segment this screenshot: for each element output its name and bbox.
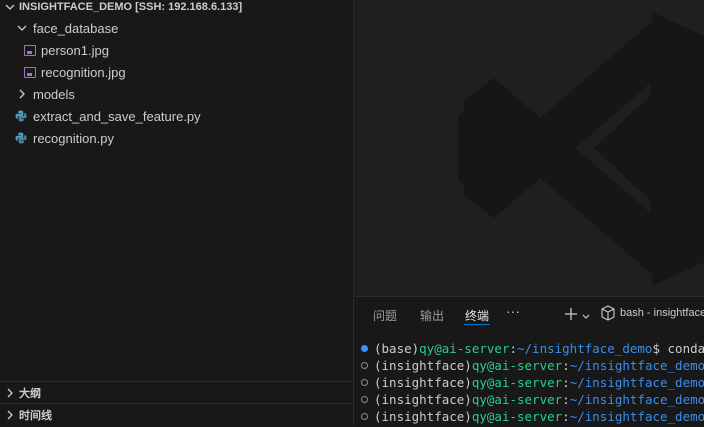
bottom-panel: 问题 输出 终端 ··· bash - insightface (base) q… [354,296,704,427]
image-file-icon [24,66,36,78]
terminal-line: (insightface) qy@ai-server: ~/insightface… [354,357,704,374]
terminal-instance[interactable]: bash - insightface [601,305,704,321]
command-success-icon [361,345,368,352]
tree-item-label: extract_and_save_feature.py [33,108,201,124]
explorer-sidebar: INSIGHTFACE_DEMO [SSH: 192.168.6.133] fa… [0,0,354,426]
terminal-line: (insightface) qy@ai-server: ~/insightface… [354,408,704,425]
tree-item-label: face_database [33,20,119,36]
tree-item-extract-py[interactable]: extract_and_save_feature.py [0,105,353,127]
tree-item-recognition-py[interactable]: recognition.py [0,127,353,149]
editor-area [354,0,704,296]
explorer-root-label: INSIGHTFACE_DEMO [SSH: 192.168.6.133] [19,1,243,13]
terminal-dropdown-button[interactable] [581,309,591,319]
terminal-output[interactable]: (base) qy@ai-server: ~/insightface_demo $ … [354,340,704,427]
timeline-label: 时间线 [19,410,52,422]
active-tab-indicator [464,324,490,325]
chevron-right-icon [4,409,16,421]
tree-item-face-database[interactable]: face_database [0,17,353,39]
terminal-name: bash - insightface [620,307,704,319]
terminal-line: (insightface) qy@ai-server: ~/insightface… [354,374,704,391]
command-empty-icon [361,396,368,403]
chevron-right-icon [4,387,16,399]
chevron-right-icon [16,88,28,100]
timeline-section-header[interactable]: 时间线 [0,403,353,426]
cube-icon [601,305,615,321]
terminal-line: (insightface) qy@ai-server: ~/insightface… [354,391,704,408]
python-file-icon [15,132,27,144]
command-empty-icon [361,379,368,386]
command-empty-icon [361,362,368,369]
outline-label: 大纲 [19,388,41,400]
chevron-down-icon [4,1,16,13]
tree-item-label: models [33,86,75,102]
tree-item-label: recognition.py [33,130,114,146]
tree-item-label: person1.jpg [41,42,109,58]
explorer-root-folder[interactable]: INSIGHTFACE_DEMO [SSH: 192.168.6.133] [0,0,353,18]
command-empty-icon [361,413,368,420]
tree-item-label: recognition.jpg [41,64,126,80]
image-file-icon [24,44,36,56]
panel-tabs: 问题 输出 终端 ··· bash - insightface [354,297,704,331]
chevron-down-icon [16,22,28,34]
python-file-icon [15,110,27,122]
terminal-line: (base) qy@ai-server: ~/insightface_demo $ … [354,340,704,357]
chevron-down-icon [582,314,590,319]
tree-item-recognition-jpg[interactable]: recognition.jpg [0,61,353,83]
outline-section-header[interactable]: 大纲 [0,381,353,404]
plus-icon [565,308,577,320]
tab-output[interactable]: 输出 [420,307,444,324]
tree-item-person1-jpg[interactable]: person1.jpg [0,39,353,61]
more-tabs-button[interactable]: ··· [506,303,520,319]
tree-item-models[interactable]: models [0,83,353,105]
add-terminal-button[interactable] [563,306,579,322]
tab-terminal[interactable]: 终端 [465,307,489,324]
vscode-watermark-icon [458,12,704,286]
tab-problems[interactable]: 问题 [373,307,397,324]
